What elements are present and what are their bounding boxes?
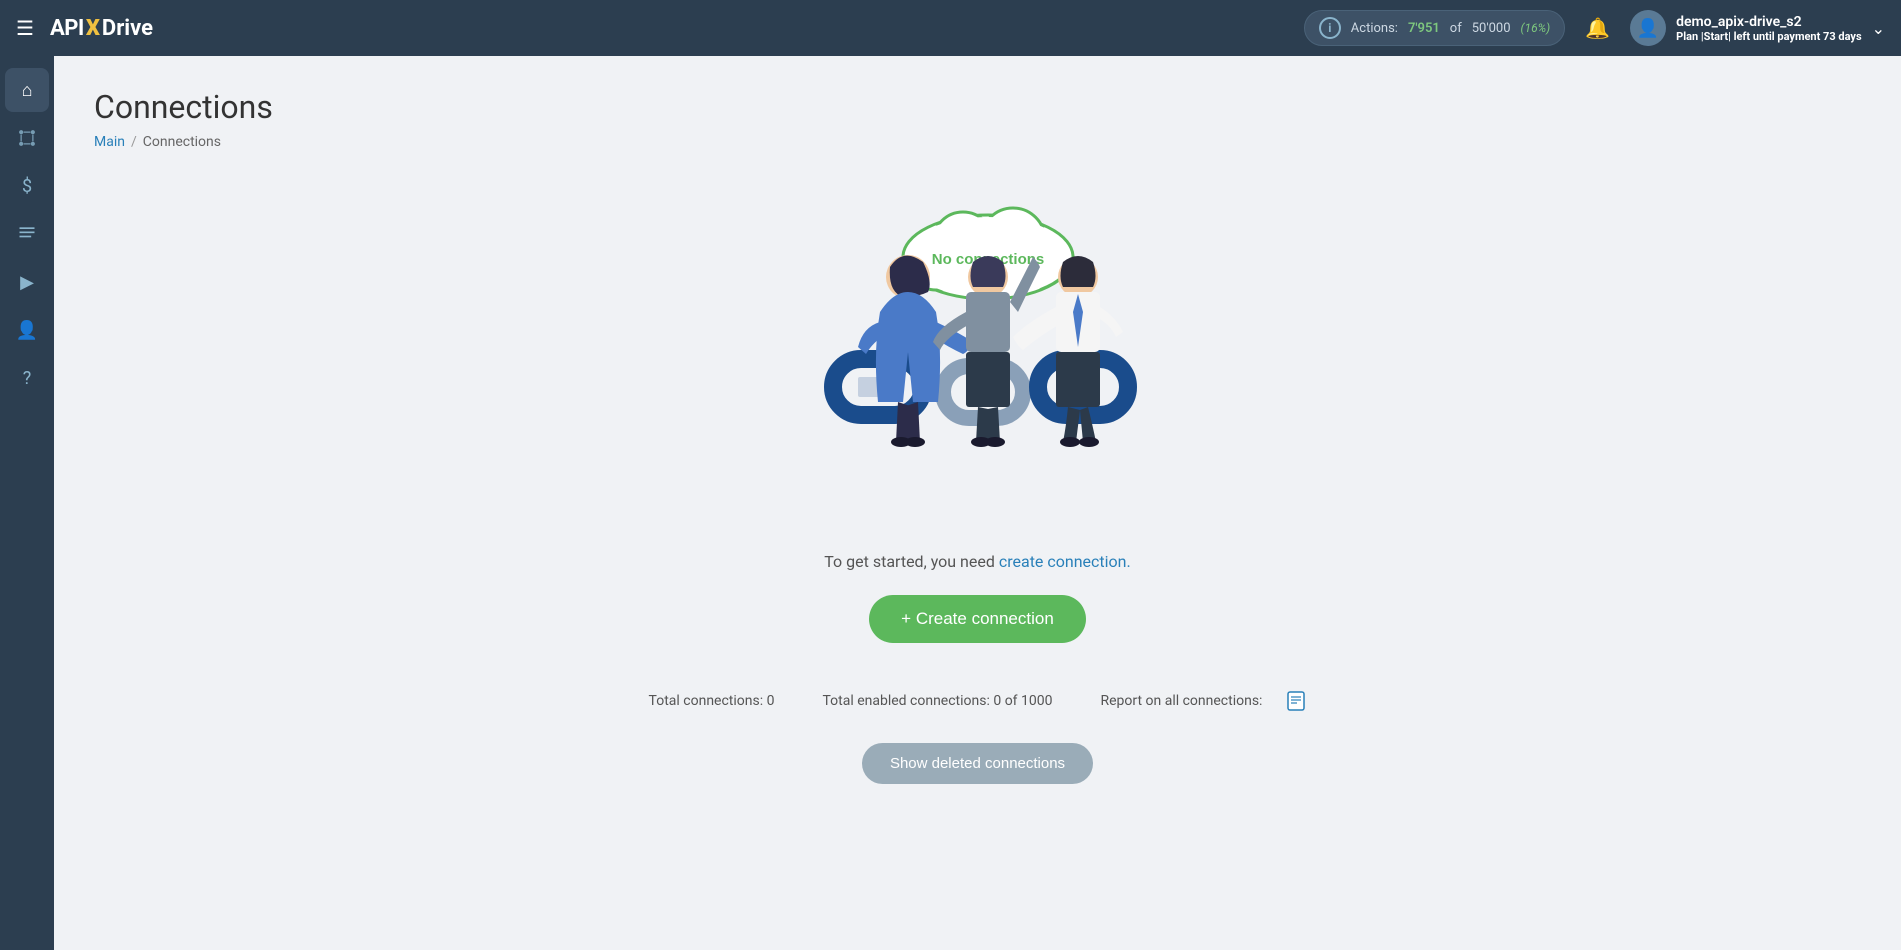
menu-icon[interactable]: ☰ [16,16,34,40]
tagline: To get started, you need create connecti… [824,552,1130,571]
tasks-icon [17,224,37,244]
create-connection-button[interactable]: + Create connection [869,595,1086,643]
sidebar-item-media[interactable]: ▶ [5,260,49,304]
chevron-down-icon[interactable]: ⌄ [1872,19,1885,38]
sidebar-item-connections[interactable] [5,116,49,160]
total-connections: Total connections: 0 [649,693,775,709]
show-deleted-button[interactable]: Show deleted connections [862,743,1093,784]
plan-days: 73 days [1823,30,1862,43]
sidebar-item-tasks[interactable] [5,212,49,256]
stats-bar: Total connections: 0 Total enabled conne… [649,691,1307,711]
user-info: demo_apix-drive_s2 Plan |Start| left unt… [1676,14,1861,43]
report-label: Report on all connections: [1100,693,1262,709]
actions-total: 50'000 [1472,21,1511,36]
total-enabled-connections: Total enabled connections: 0 of 1000 [822,693,1052,709]
actions-pill: i Actions: 7'951 of 50'000 (16%) [1304,10,1565,46]
center-content: No connections [94,182,1861,804]
breadcrumb: Main / Connections [94,134,1861,150]
create-connection-link[interactable]: create connection. [999,552,1131,571]
main-content: Connections Main / Connections [54,56,1901,950]
breadcrumb-current: Connections [143,134,221,150]
breadcrumb-main-link[interactable]: Main [94,134,125,150]
actions-of: of [1450,21,1462,36]
illustration: No connections [788,202,1168,522]
logo-api: API [50,16,84,41]
logo-x: X [86,16,100,41]
sidebar-item-home[interactable]: ⌂ [5,68,49,112]
sidebar-item-billing[interactable]: $ [5,164,49,208]
tagline-prefix: To get started, you need [824,552,995,571]
info-icon: i [1319,17,1341,39]
user-plan: Plan |Start| left until payment 73 days [1676,30,1861,43]
bell-button[interactable]: 🔔 [1581,12,1614,45]
no-connections-illustration: No connections [788,202,1168,522]
actions-percent: (16%) [1521,21,1551,35]
report-icon[interactable] [1286,691,1306,711]
sidebar-item-profile[interactable]: 👤 [5,308,49,352]
plan-text: Plan |Start| left until payment [1676,30,1820,43]
layout: ⌂ $ ▶ 👤 ? Connections Main / Connections [0,56,1901,950]
actions-count: 7'951 [1408,21,1440,36]
sidebar-item-help[interactable]: ? [5,356,49,400]
page-title: Connections [94,88,1861,126]
user-name: demo_apix-drive_s2 [1676,14,1861,30]
actions-label: Actions: [1351,21,1398,36]
sidebar: ⌂ $ ▶ 👤 ? [0,56,54,950]
user-avatar: 👤 [1630,10,1666,46]
logo: API X Drive [50,16,153,41]
logo-drive: Drive [102,16,153,41]
breadcrumb-separator: / [131,134,137,150]
user-area: 👤 demo_apix-drive_s2 Plan |Start| left u… [1630,10,1885,46]
connections-icon [17,128,37,148]
topnav: ☰ API X Drive i Actions: 7'951 of 50'000… [0,0,1901,56]
